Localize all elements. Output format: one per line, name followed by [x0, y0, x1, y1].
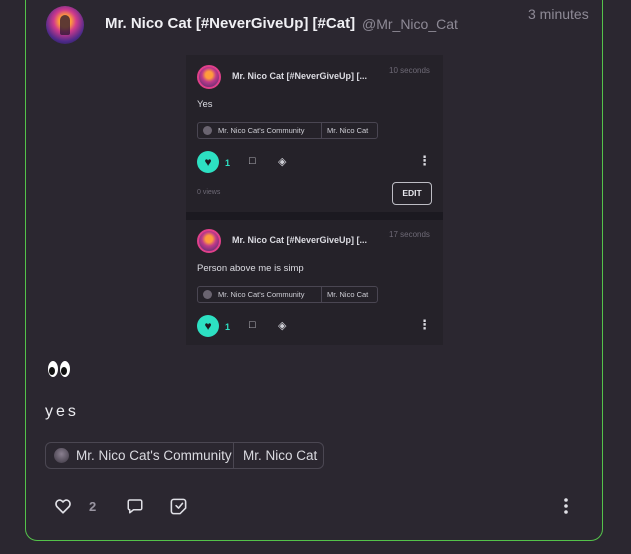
- embedded-heart-icon: ♥: [197, 151, 219, 173]
- comment-icon: [127, 499, 143, 514]
- embedded-more-vertical-icon: ⋮: [418, 317, 431, 332]
- embedded-user-tag: Mr. Nico Cat: [327, 290, 369, 299]
- embedded-share-icon: ◈: [278, 156, 287, 168]
- embedded-tag-divider: [321, 287, 322, 302]
- embedded-share-icon: ◈: [278, 320, 287, 332]
- post-tags: Mr. Nico Cat's Community Mr. Nico Cat: [45, 442, 324, 469]
- embedded-divider: [186, 212, 443, 220]
- author-avatar[interactable]: [46, 6, 84, 44]
- embedded-comment-icon: □: [249, 319, 256, 331]
- more-options-button[interactable]: [557, 497, 575, 520]
- eyes-emoji: [47, 359, 71, 381]
- embedded-tags: Mr. Nico Cat's Community Mr. Nico Cat: [197, 286, 378, 303]
- right-eye: [60, 361, 70, 377]
- embedded-comment-icon: □: [249, 155, 256, 167]
- embedded-community-tag: Mr. Nico Cat's Community: [218, 126, 305, 135]
- embedded-author-name: Mr. Nico Cat [#NeverGiveUp] [...: [232, 71, 368, 81]
- embedded-author-name: Mr. Nico Cat [#NeverGiveUp] [...: [232, 235, 368, 245]
- user-tag[interactable]: Mr. Nico Cat: [243, 448, 317, 463]
- post-timestamp: 3 minutes: [528, 6, 589, 22]
- embedded-tag-avatar: [203, 126, 212, 135]
- embedded-view-count: 0 views: [197, 189, 221, 196]
- right-pupil: [61, 367, 67, 375]
- post-text: yes: [45, 403, 79, 420]
- embedded-like-count: 1: [225, 322, 231, 332]
- embedded-more-vertical-icon: ⋮: [418, 153, 431, 168]
- embedded-post-text: Person above me is simp: [197, 263, 304, 274]
- embedded-avatar: [197, 65, 221, 89]
- heart-icon: [55, 499, 71, 514]
- embedded-tags: Mr. Nico Cat's Community Mr. Nico Cat: [197, 122, 378, 139]
- community-tag[interactable]: Mr. Nico Cat's Community: [76, 448, 232, 463]
- embedded-tag-avatar: [203, 290, 212, 299]
- like-count: 2: [89, 499, 97, 514]
- tag-divider: [233, 443, 234, 468]
- embedded-avatar: [197, 229, 221, 253]
- author-handle[interactable]: @Mr_Nico_Cat: [362, 16, 458, 32]
- embedded-tag-divider: [321, 123, 322, 138]
- embedded-post-text: Yes: [197, 99, 213, 110]
- comment-button[interactable]: [126, 497, 144, 520]
- embedded-community-tag: Mr. Nico Cat's Community: [218, 290, 305, 299]
- share-button[interactable]: [169, 497, 188, 521]
- community-avatar: [54, 448, 69, 463]
- embedded-timestamp: 10 seconds: [389, 66, 430, 75]
- like-button[interactable]: [54, 497, 72, 520]
- embedded-user-tag: Mr. Nico Cat: [327, 126, 369, 135]
- left-pupil: [49, 367, 55, 375]
- embedded-timestamp: 17 seconds: [389, 230, 430, 239]
- left-eye: [48, 361, 58, 377]
- more-vertical-icon: [564, 498, 568, 514]
- embedded-like-count: 1: [225, 158, 231, 168]
- author-name[interactable]: Mr. Nico Cat [#NeverGiveUp] [#Cat]: [105, 15, 355, 32]
- embedded-screenshot[interactable]: Mr. Nico Cat [#NeverGiveUp] [... 10 seco…: [186, 55, 443, 345]
- embedded-heart-icon: ♥: [197, 315, 219, 337]
- share-icon: [170, 498, 187, 515]
- embedded-edit-button: EDIT: [392, 182, 432, 205]
